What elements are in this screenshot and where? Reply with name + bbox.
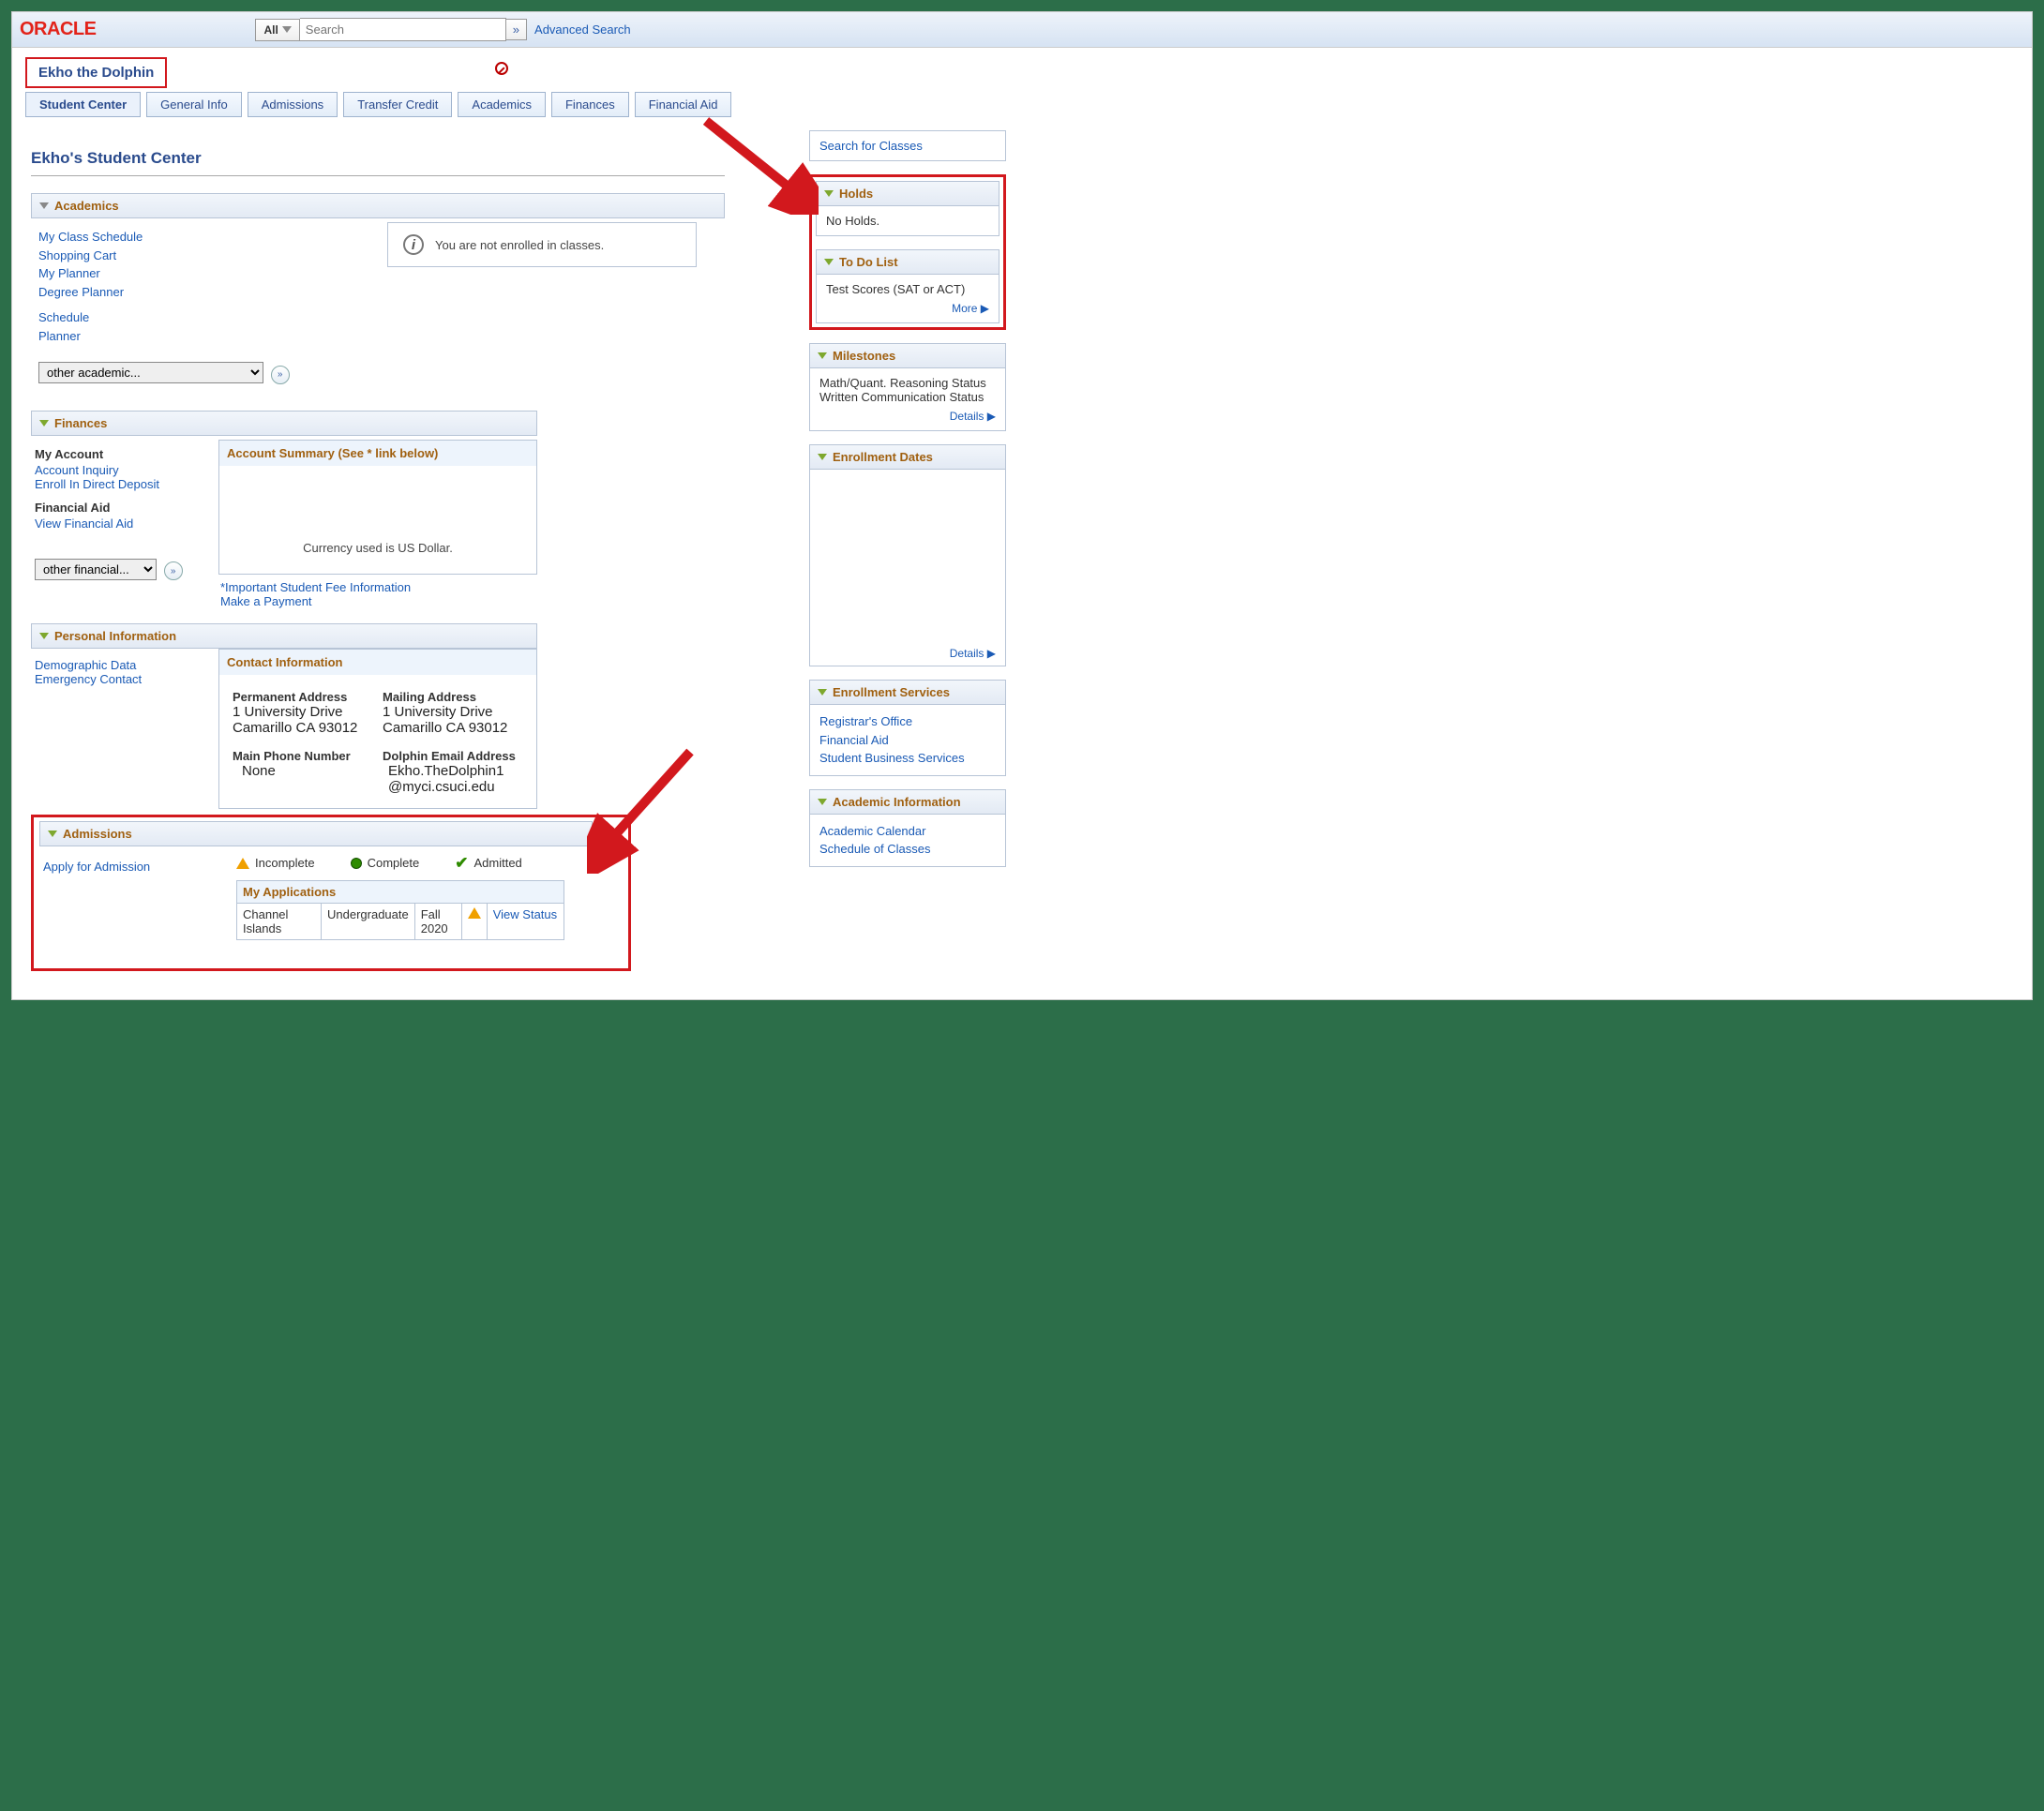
section-finances: Finances — [31, 411, 537, 436]
link-view-status[interactable]: View Status — [493, 907, 557, 921]
advanced-search-link[interactable]: Advanced Search — [534, 22, 631, 37]
link-class-schedule[interactable]: My Class Schedule — [38, 228, 361, 247]
top-bar: ORACLE All » Advanced Search — [12, 12, 2032, 48]
tab-student-center[interactable]: Student Center — [25, 92, 141, 117]
tab-transfer-credit[interactable]: Transfer Credit — [343, 92, 452, 117]
collapse-icon[interactable] — [39, 633, 49, 639]
link-acad-calendar[interactable]: Academic Calendar — [819, 822, 996, 841]
incomplete-icon — [468, 907, 481, 919]
forbidden-icon — [495, 62, 508, 75]
collapse-icon[interactable] — [39, 420, 49, 427]
collapse-icon[interactable] — [818, 454, 827, 460]
oracle-logo: ORACLE — [20, 19, 96, 40]
email-label: Dolphin Email Address — [383, 749, 523, 763]
collapse-icon[interactable] — [818, 689, 827, 696]
tab-bar: Student Center General Info Admissions T… — [25, 92, 2032, 117]
section-milestones: Milestones — [809, 343, 1006, 368]
account-summary-body: Currency used is US Dollar. — [219, 466, 536, 574]
link-more-todo[interactable]: More ▶ — [952, 302, 989, 315]
link-view-financial-aid[interactable]: View Financial Aid — [35, 516, 196, 531]
link-my-planner[interactable]: My Planner — [38, 264, 361, 283]
link-schedule[interactable]: Schedule — [38, 308, 361, 327]
perm-addr-label: Permanent Address — [233, 690, 373, 704]
tab-financial-aid[interactable]: Financial Aid — [635, 92, 732, 117]
link-registrar[interactable]: Registrar's Office — [819, 712, 996, 731]
search-go-button[interactable]: » — [506, 19, 527, 40]
other-financial-select[interactable]: other financial... — [35, 559, 157, 580]
contact-info-title: Contact Information — [219, 650, 536, 675]
collapse-icon[interactable] — [818, 352, 827, 359]
page-title: Ekho's Student Center — [31, 149, 725, 168]
financial-aid-label: Financial Aid — [35, 501, 196, 515]
section-holds: Holds — [816, 181, 999, 206]
link-enroll-details[interactable]: Details ▶ — [950, 647, 996, 660]
holds-body: No Holds. — [816, 206, 999, 236]
other-academic-select[interactable]: other academic... — [38, 362, 263, 383]
link-degree-planner[interactable]: Degree Planner — [38, 283, 361, 302]
chevron-down-icon — [282, 26, 292, 33]
link-demo-data[interactable]: Demographic Data — [35, 658, 196, 672]
incomplete-icon — [236, 858, 249, 869]
link-account-inquiry[interactable]: Account Inquiry — [35, 463, 196, 477]
link-direct-deposit[interactable]: Enroll In Direct Deposit — [35, 477, 196, 491]
tab-admissions[interactable]: Admissions — [248, 92, 338, 117]
link-search-classes[interactable]: Search for Classes — [819, 139, 923, 153]
tab-academics[interactable]: Academics — [458, 92, 546, 117]
section-todo: To Do List — [816, 249, 999, 275]
collapse-icon[interactable] — [48, 831, 57, 837]
section-admissions: Admissions — [39, 821, 593, 846]
phone-label: Main Phone Number — [233, 749, 373, 763]
other-academic-go[interactable]: » — [271, 366, 290, 384]
my-account-label: My Account — [35, 447, 196, 461]
applications-table: My Applications Channel Islands Undergra… — [236, 880, 564, 940]
link-student-business[interactable]: Student Business Services — [819, 749, 996, 768]
link-fee-info[interactable]: *Important Student Fee Information — [220, 580, 535, 594]
tab-general-info[interactable]: General Info — [146, 92, 242, 117]
collapse-icon[interactable] — [824, 190, 834, 197]
link-apply-admission[interactable]: Apply for Admission — [43, 860, 150, 874]
mail-addr-label: Mailing Address — [383, 690, 523, 704]
student-name: Ekho the Dolphin — [25, 57, 167, 88]
section-enroll-dates: Enrollment Dates — [809, 444, 1006, 470]
not-enrolled-notice: i You are not enrolled in classes. — [387, 222, 697, 267]
link-make-payment[interactable]: Make a Payment — [220, 594, 535, 608]
link-milestones-details[interactable]: Details ▶ — [950, 410, 996, 423]
collapse-icon[interactable] — [39, 202, 49, 209]
section-acad-info: Academic Information — [809, 789, 1006, 815]
admitted-icon: ✔ — [455, 854, 468, 873]
tab-finances[interactable]: Finances — [551, 92, 629, 117]
link-planner[interactable]: Planner — [38, 327, 361, 346]
link-financial-aid[interactable]: Financial Aid — [819, 731, 996, 750]
collapse-icon[interactable] — [818, 799, 827, 805]
link-schedule-classes[interactable]: Schedule of Classes — [819, 840, 996, 859]
link-shopping-cart[interactable]: Shopping Cart — [38, 247, 361, 265]
search-scope-dropdown[interactable]: All — [255, 19, 299, 41]
collapse-icon[interactable] — [824, 259, 834, 265]
search-input[interactable] — [300, 18, 506, 41]
section-academics: Academics — [31, 193, 725, 218]
complete-icon — [351, 858, 362, 869]
todo-item: Test Scores (SAT or ACT) — [826, 282, 989, 296]
section-personal: Personal Information — [31, 623, 537, 649]
search-classes-box: Search for Classes — [809, 130, 1006, 161]
section-enroll-svc: Enrollment Services — [809, 680, 1006, 705]
other-financial-go[interactable]: » — [164, 561, 183, 580]
table-row: Channel Islands Undergraduate Fall 2020 … — [237, 903, 564, 939]
info-icon: i — [403, 234, 424, 255]
link-emergency-contact[interactable]: Emergency Contact — [35, 672, 196, 686]
account-summary-title: Account Summary (See * link below) — [219, 441, 536, 466]
